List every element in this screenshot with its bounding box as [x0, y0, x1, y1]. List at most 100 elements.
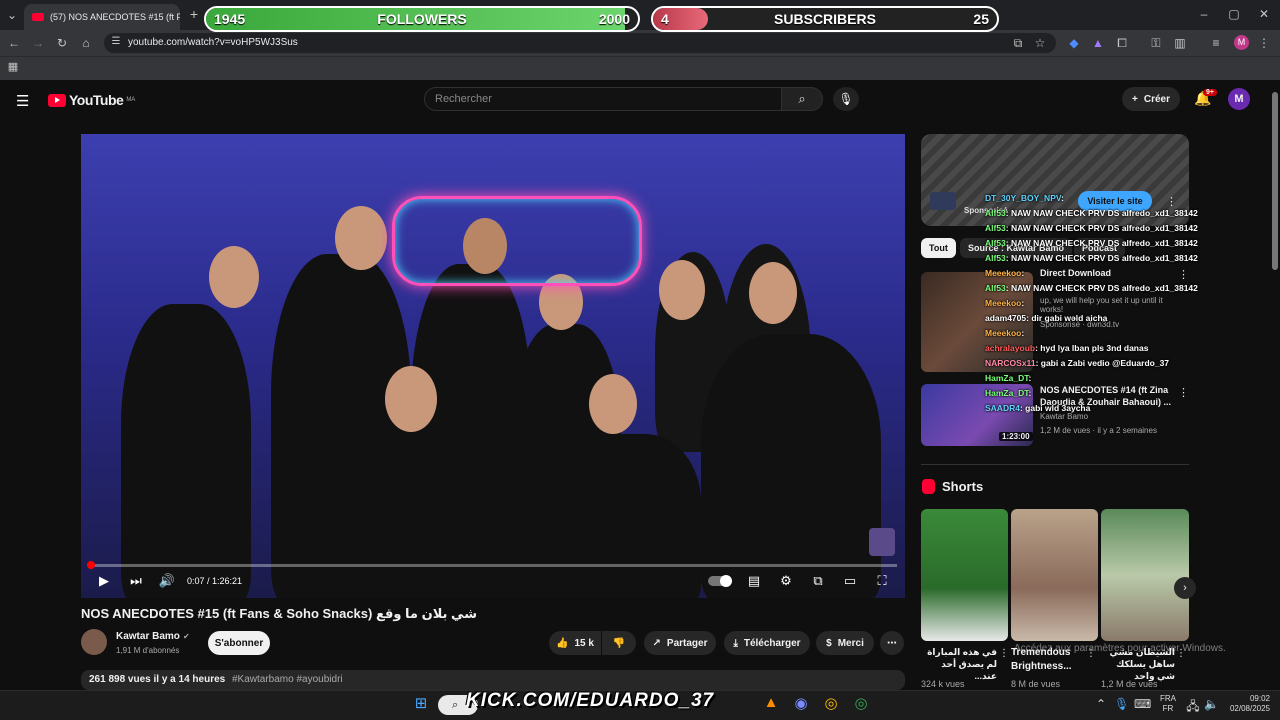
dislike-button[interactable]: 👎	[602, 631, 636, 655]
clock[interactable]: 09:02 02/08/2025	[1226, 694, 1270, 714]
apps-grid-icon[interactable]: ▦	[6, 60, 20, 73]
create-button[interactable]: + Créer	[1122, 87, 1180, 111]
tab-title: (57) NOS ANECDOTES #15 (ft F	[50, 12, 180, 22]
channel-avatar[interactable]	[81, 629, 107, 655]
miniplayer-icon[interactable]: ⧉	[810, 573, 826, 589]
short-title-1[interactable]: في هذه المباراة لم يصدق أحد عند...	[921, 646, 997, 682]
time-display: 0:07 / 1:26:21	[187, 576, 243, 586]
recommendation-more-icon-1[interactable]: ⋮	[1178, 268, 1189, 281]
short-thumbnail-1[interactable]	[921, 509, 1008, 641]
reading-list-icon[interactable]: ≡	[1208, 36, 1224, 50]
youtube-logo[interactable]: YouTube MA	[48, 92, 135, 108]
thumbs-up-icon: 👍	[556, 637, 569, 649]
side-panel-icon[interactable]: ▥	[1172, 36, 1188, 50]
shorts-heading: Shorts	[942, 479, 984, 494]
page-scrollbar[interactable]	[1272, 92, 1278, 270]
subtitles-icon[interactable]: ▤	[746, 573, 762, 589]
plus-icon: +	[1132, 93, 1138, 105]
profile-avatar[interactable]: M	[1234, 35, 1249, 50]
thanks-button[interactable]: $ Merci	[816, 631, 874, 655]
short-views-2: 8 M de vues	[1011, 679, 1061, 689]
description-box[interactable]: 261 898 vues il y a 14 heures #Kawtarbam…	[81, 670, 905, 690]
hashtags[interactable]: #Kawtarbamo #ayoubidri	[232, 674, 343, 685]
forward-icon[interactable]: →	[30, 36, 46, 50]
chat-username: Alf53	[985, 283, 1006, 293]
new-tab-icon[interactable]: +	[186, 6, 202, 22]
download-button[interactable]: ⤓ Télécharger	[724, 631, 810, 655]
chat-username: HamZa_DT	[985, 373, 1029, 383]
channel-watermark[interactable]	[869, 528, 895, 556]
taskbar-app-icon[interactable]: ▲	[762, 694, 780, 711]
volume-icon[interactable]: 🔊	[158, 573, 176, 589]
shorts-next-button[interactable]: ›	[1174, 577, 1196, 599]
youtube-play-logo-icon	[48, 93, 66, 107]
recommendation-more-icon-2[interactable]: ⋮	[1178, 386, 1189, 399]
play-icon[interactable]: ▶	[96, 573, 112, 589]
next-video-icon[interactable]: ⏭	[128, 573, 144, 589]
extension-drive-icon[interactable]: ▲	[1090, 36, 1106, 50]
bookmark-star-icon[interactable]: ☆	[1032, 36, 1048, 50]
chat-message: SAADR4: gabi wld 3aycha	[985, 403, 1090, 413]
share-button[interactable]: ↗ Partager	[644, 631, 716, 655]
share-icon: ↗	[652, 637, 661, 649]
channel-name[interactable]: Kawtar Bamo	[116, 631, 180, 642]
short-thumbnail-3[interactable]	[1101, 509, 1189, 641]
site-info-icon[interactable]: ☰	[110, 36, 122, 47]
passwords-icon[interactable]: ⚿	[1148, 36, 1164, 51]
chrome-icon[interactable]: ◎	[822, 694, 840, 712]
theater-mode-icon[interactable]: ▭	[842, 573, 858, 589]
recommendation-channel-2[interactable]: Kawtar Bamo	[1040, 412, 1088, 421]
browser-menu-icon[interactable]: ⋮	[1258, 36, 1270, 50]
reload-icon[interactable]: ↻	[54, 36, 70, 50]
windows-start-icon[interactable]: ⊞	[412, 694, 430, 712]
chat-text: : NAW NAW CHECK PRV DS alfredo_xd1_38142	[1005, 253, 1198, 263]
back-icon[interactable]: ←	[6, 36, 22, 50]
short-views-3: 1,2 M de vues	[1101, 679, 1158, 689]
keyboard-icon[interactable]: ⌨	[1134, 697, 1151, 711]
chrome-profile-icon[interactable]: ◎	[852, 694, 870, 712]
extension-shield-icon[interactable]: ◆	[1066, 36, 1082, 50]
show-hidden-icons-icon[interactable]: ⌃	[1094, 697, 1108, 711]
short-views-1: 324 k vues	[921, 679, 965, 689]
more-actions-icon[interactable]: ⋯	[880, 631, 904, 655]
chat-text: : gabi wld 3aycha	[1019, 403, 1091, 413]
fullscreen-icon[interactable]: ⛶	[874, 573, 890, 589]
discord-icon[interactable]: ◉	[792, 694, 810, 712]
mic-tray-icon[interactable]: 🎙	[1114, 697, 1129, 711]
install-app-icon[interactable]: ⧉	[1010, 36, 1026, 51]
ad-more-icon[interactable]: ⋮	[1166, 195, 1177, 208]
maximize-icon[interactable]: ▢	[1226, 7, 1242, 21]
browser-tab[interactable]: (57) NOS ANECDOTES #15 (ft F ✕	[24, 4, 180, 30]
search-button[interactable]: ⌕	[781, 87, 823, 111]
chip-all[interactable]: Tout	[921, 238, 956, 258]
account-avatar[interactable]: M	[1228, 88, 1250, 110]
minimize-icon[interactable]: –	[1196, 7, 1212, 21]
search-icon: ⌕	[798, 91, 806, 106]
chat-username: Meeekoo	[985, 298, 1022, 308]
search-input[interactable]: Rechercher	[424, 87, 782, 111]
network-icon[interactable]: 🖧	[1186, 697, 1200, 718]
chat-text: :	[1061, 193, 1064, 203]
language-indicator[interactable]: FRA FR	[1160, 694, 1176, 714]
like-button[interactable]: 👍 15 k	[549, 631, 601, 655]
chat-text: : NAW NAW CHECK PRV DS alfredo_xd1_38142	[1005, 283, 1198, 293]
settings-gear-icon[interactable]: ⚙	[778, 573, 794, 589]
create-label: Créer	[1143, 93, 1170, 105]
close-window-icon[interactable]: ✕	[1256, 7, 1272, 21]
seek-bar[interactable]	[89, 564, 897, 567]
speaker-icon[interactable]: 🔈	[1204, 697, 1219, 711]
url-field[interactable]: youtube.com/watch?v=voHP5WJ3Sus	[104, 33, 1056, 53]
autoplay-toggle[interactable]	[708, 575, 732, 587]
extensions-icon[interactable]: ⧠	[1114, 36, 1130, 51]
voice-search-button[interactable]: 🎙	[833, 87, 859, 111]
seek-handle[interactable]	[87, 561, 95, 569]
ad-logo	[930, 192, 956, 210]
recommendation-title-1[interactable]: Direct Download	[1040, 268, 1111, 278]
short-more-icon-1[interactable]: ⋮	[999, 648, 1009, 659]
subscribe-button[interactable]: S'abonner	[208, 631, 270, 655]
short-thumbnail-2[interactable]	[1011, 509, 1098, 641]
followers-goal: 2000	[598, 11, 630, 27]
tab-list-icon[interactable]: ⌄	[4, 8, 20, 22]
home-icon[interactable]: ⌂	[78, 36, 94, 50]
hamburger-menu-icon[interactable]: ☰	[16, 92, 29, 110]
